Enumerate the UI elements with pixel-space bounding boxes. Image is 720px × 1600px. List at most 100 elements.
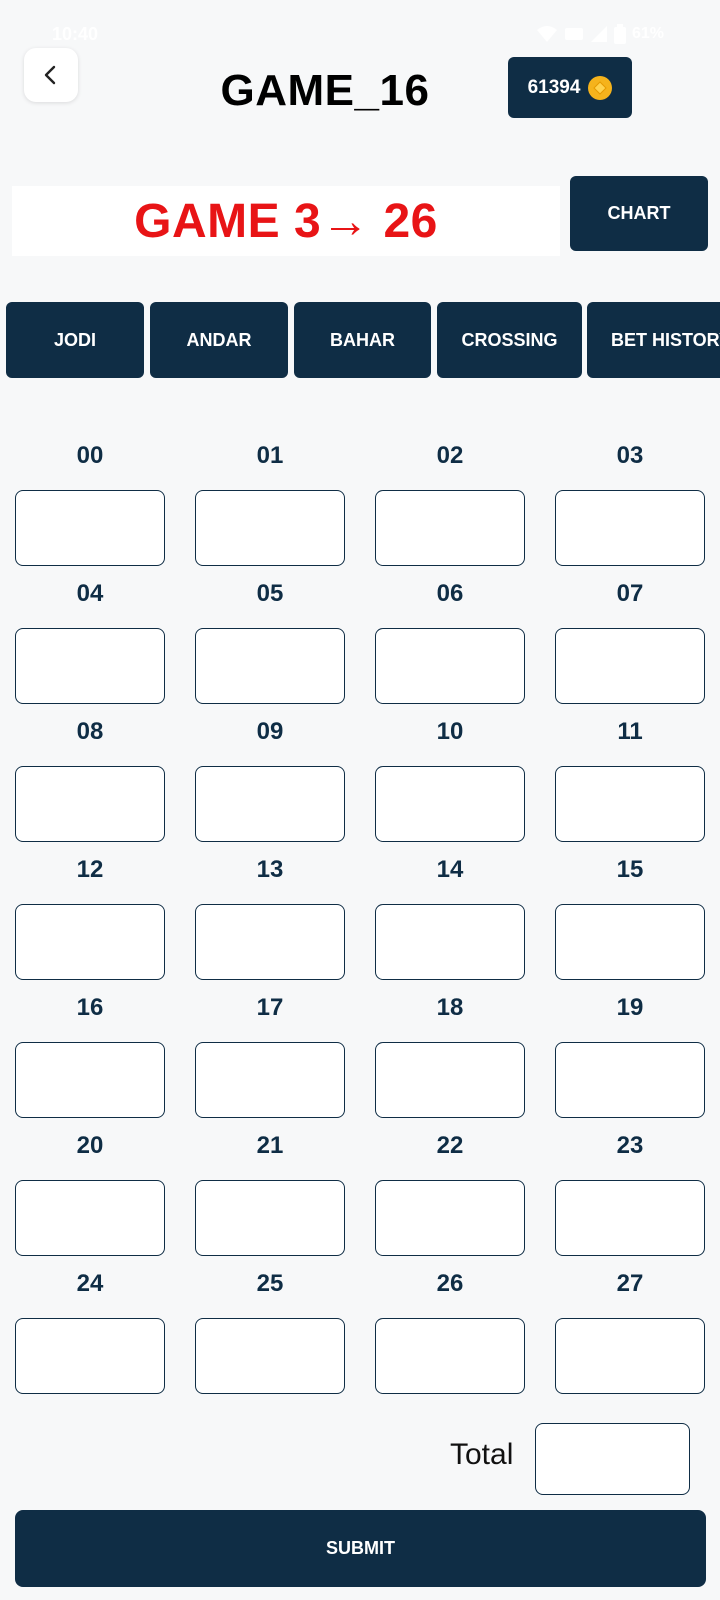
number-cell: 22 xyxy=(375,1120,525,1260)
number-cell: 18 xyxy=(375,982,525,1122)
number-cell: 21 xyxy=(195,1120,345,1260)
number-label: 02 xyxy=(436,442,464,469)
status-time: 10:40 xyxy=(52,24,99,44)
amount-input[interactable] xyxy=(15,490,165,566)
amount-input[interactable] xyxy=(195,1318,345,1394)
amount-input[interactable] xyxy=(195,628,345,704)
game-banner: GAME 3→ 26 xyxy=(12,186,560,256)
number-cell: 04 xyxy=(15,568,165,708)
amount-input[interactable] xyxy=(195,1042,345,1118)
amount-input[interactable] xyxy=(195,766,345,842)
wifi-icon xyxy=(536,26,557,42)
amount-input[interactable] xyxy=(195,1180,345,1256)
number-label: 07 xyxy=(616,580,644,607)
number-label: 06 xyxy=(436,580,464,607)
number-cell: 12 xyxy=(15,844,165,984)
number-cell: 27 xyxy=(555,1258,705,1398)
number-cell: 01 xyxy=(195,430,345,570)
number-label: 16 xyxy=(76,994,104,1021)
coin-icon xyxy=(588,75,613,100)
amount-input[interactable] xyxy=(375,766,525,842)
wallet-amount: 61394 xyxy=(527,76,581,98)
number-label: 19 xyxy=(616,994,644,1021)
number-cell: 26 xyxy=(375,1258,525,1398)
number-cell: 20 xyxy=(15,1120,165,1260)
number-cell: 10 xyxy=(375,706,525,846)
number-label: 24 xyxy=(76,1270,104,1297)
number-cell: 09 xyxy=(195,706,345,846)
number-label: 23 xyxy=(616,1132,644,1159)
number-cell: 08 xyxy=(15,706,165,846)
number-cell: 03 xyxy=(555,430,705,570)
number-label: 15 xyxy=(616,856,644,883)
tab-jodi[interactable]: JODI xyxy=(6,302,144,378)
amount-input[interactable] xyxy=(555,904,705,980)
amount-input[interactable] xyxy=(375,628,525,704)
amount-input[interactable] xyxy=(555,628,705,704)
number-cell: 15 xyxy=(555,844,705,984)
number-label: 18 xyxy=(436,994,464,1021)
number-cell: 19 xyxy=(555,982,705,1122)
back-button[interactable] xyxy=(24,48,78,102)
number-label: 25 xyxy=(256,1270,284,1297)
chevron-left-icon xyxy=(44,65,56,85)
total-field[interactable] xyxy=(535,1423,690,1495)
total-label: Total xyxy=(450,1438,514,1471)
number-cell: 07 xyxy=(555,568,705,708)
tab-crossing[interactable]: CROSSING xyxy=(437,302,582,378)
amount-input[interactable] xyxy=(555,1318,705,1394)
page: 10:40 61% GAME_16 61394 GAME 3→ 26 CHART… xyxy=(0,0,720,1600)
data-icon xyxy=(564,28,583,40)
number-cell: 25 xyxy=(195,1258,345,1398)
number-label: 04 xyxy=(76,580,104,607)
number-cell: 24 xyxy=(15,1258,165,1398)
amount-input[interactable] xyxy=(15,1318,165,1394)
amount-input[interactable] xyxy=(555,766,705,842)
number-label: 21 xyxy=(256,1132,284,1159)
amount-input[interactable] xyxy=(555,1042,705,1118)
number-cell: 13 xyxy=(195,844,345,984)
amount-input[interactable] xyxy=(15,766,165,842)
number-label: 11 xyxy=(617,718,643,745)
number-cell: 00 xyxy=(15,430,165,570)
amount-input[interactable] xyxy=(375,904,525,980)
submit-button[interactable]: SUBMIT xyxy=(15,1510,706,1587)
bet-type-tabs: JODI ANDAR BAHAR CROSSING BET HISTORY xyxy=(6,302,720,378)
amount-input[interactable] xyxy=(375,1318,525,1394)
amount-input[interactable] xyxy=(375,490,525,566)
chart-button[interactable]: CHART xyxy=(570,176,708,251)
battery-level: 61% xyxy=(631,25,664,42)
signal-icon xyxy=(590,26,607,42)
amount-input[interactable] xyxy=(15,628,165,704)
amount-input[interactable] xyxy=(15,904,165,980)
amount-input[interactable] xyxy=(555,490,705,566)
number-label: 13 xyxy=(256,856,284,883)
amount-input[interactable] xyxy=(375,1042,525,1118)
number-label: 12 xyxy=(76,856,104,883)
page-title: GAME_16 xyxy=(220,66,430,115)
number-label: 22 xyxy=(436,1132,464,1159)
wallet-balance[interactable]: 61394 xyxy=(508,57,632,118)
amount-input[interactable] xyxy=(195,904,345,980)
number-label: 26 xyxy=(436,1270,464,1297)
amount-input[interactable] xyxy=(195,490,345,566)
status-icons: 61% xyxy=(536,24,664,44)
amount-input[interactable] xyxy=(375,1180,525,1256)
number-label: 10 xyxy=(436,718,464,745)
game-banner-text: GAME 3→ 26 xyxy=(134,194,438,248)
number-label: 03 xyxy=(616,442,644,469)
number-label: 14 xyxy=(436,856,464,883)
number-cell: 11 xyxy=(555,706,705,846)
number-label: 00 xyxy=(76,442,104,469)
number-cell: 16 xyxy=(15,982,165,1122)
number-cell: 05 xyxy=(195,568,345,708)
number-cell: 23 xyxy=(555,1120,705,1260)
number-label: 20 xyxy=(76,1132,104,1159)
tab-andar[interactable]: ANDAR xyxy=(150,302,288,378)
number-cell: 17 xyxy=(195,982,345,1122)
tab-bahar[interactable]: BAHAR xyxy=(294,302,431,378)
amount-input[interactable] xyxy=(15,1042,165,1118)
amount-input[interactable] xyxy=(15,1180,165,1256)
tab-bet-history[interactable]: BET HISTORY xyxy=(587,302,720,378)
amount-input[interactable] xyxy=(555,1180,705,1256)
